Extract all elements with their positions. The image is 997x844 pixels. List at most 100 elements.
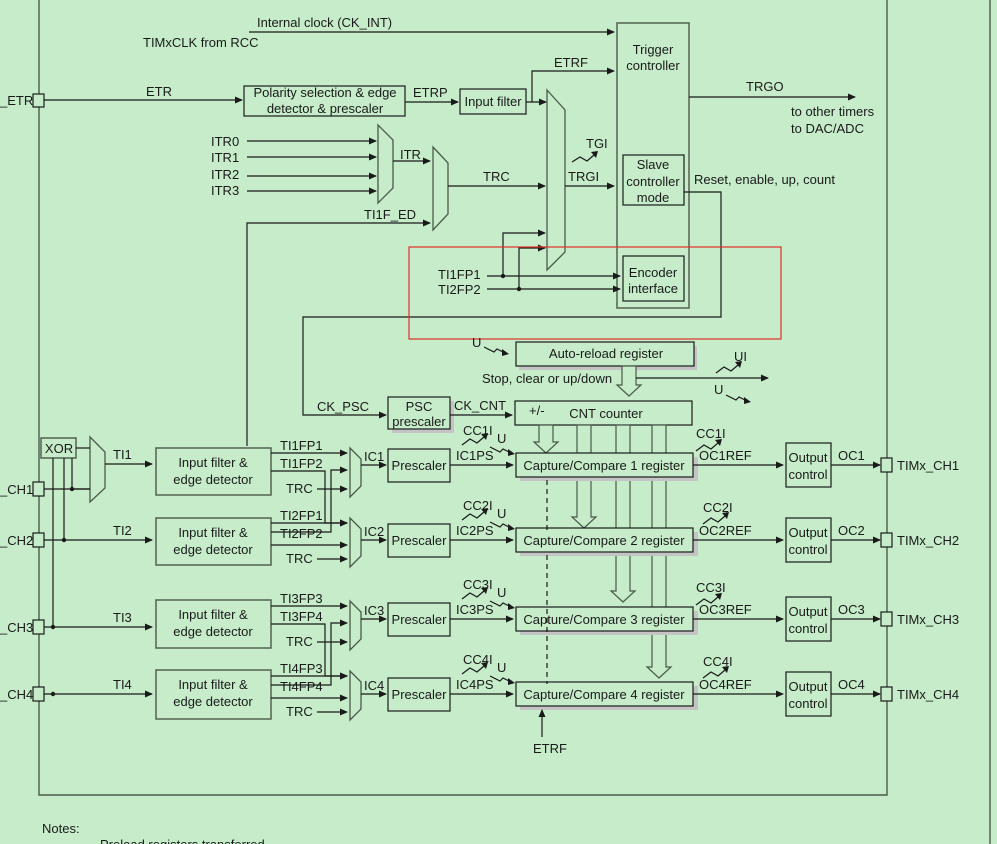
xor-label: XOR <box>45 441 73 456</box>
ch2-u-label: U <box>497 506 506 521</box>
itr3-label: ITR3 <box>211 183 239 198</box>
ch3-filter-label-1: Input filter & <box>178 607 248 622</box>
oc1ref-label: OC1REF <box>699 448 752 463</box>
ch1-output-label-2: control <box>788 467 827 482</box>
update-event-arrowhead <box>508 449 515 456</box>
ic1-label: IC1 <box>364 449 384 464</box>
ch3-output-label-1: Output <box>788 604 827 619</box>
oc4-label: OC4 <box>838 677 865 692</box>
ch2-trc-label: TRC <box>286 551 313 566</box>
ui-label: UI <box>734 349 747 364</box>
tgi-interrupt-icon <box>571 154 595 163</box>
ch2-fp-a-label: TI2FP1 <box>280 508 323 523</box>
cnt-label: CNT counter <box>569 406 643 421</box>
cnt-sign-label: +/- <box>529 403 545 418</box>
ch4-output-label-1: Output <box>788 679 827 694</box>
slave-out-label: Reset, enable, up, count <box>694 172 835 187</box>
itr1-label: ITR1 <box>211 150 239 165</box>
psc-label-2: prescaler <box>392 414 446 429</box>
trc-mux <box>432 145 449 232</box>
itr2-label: ITR2 <box>211 167 239 182</box>
trigger-mux <box>546 88 566 272</box>
junction-dot <box>61 537 67 543</box>
junction-dot <box>50 691 56 697</box>
ti1-label: TI1 <box>113 447 132 462</box>
ch1-filter-label-2: edge detector <box>173 472 253 487</box>
ch4-fp-b-label: TI4FP4 <box>280 679 323 694</box>
oc-cc3i-label: CC3I <box>696 580 726 595</box>
arr-to-cnt-arrow <box>615 365 643 397</box>
psc-label-1: PSC <box>406 399 433 414</box>
update-event-arrowhead <box>508 603 515 610</box>
etr-pin-label: _ETR <box>0 93 33 108</box>
etrf-bottom-label: ETRF <box>533 741 567 756</box>
ck-cnt-label: CK_CNT <box>454 398 506 413</box>
ch3-fp-b-label: TI3FP4 <box>280 609 323 624</box>
ch4-filter-label-2: edge detector <box>173 694 253 709</box>
ch4-prescaler-label: Prescaler <box>392 687 448 702</box>
ch1-fp-b-label: TI1FP2 <box>280 456 323 471</box>
interrupt-icon <box>461 665 485 675</box>
xor-section: XOR <box>40 435 153 627</box>
ic4-label: IC4 <box>364 678 384 693</box>
ch4-output-label-2: control <box>788 696 827 711</box>
notes-title: Notes: <box>42 821 80 836</box>
timx-ch2-label: TIMx_CH2 <box>897 533 959 548</box>
interrupt-icon <box>461 436 485 446</box>
ti2-label: TI2 <box>113 523 132 538</box>
ic3-mux <box>349 599 362 652</box>
encoder-ti1fp1-label: TI1FP1 <box>438 267 481 282</box>
ic2-mux <box>349 516 362 569</box>
ch4-filter-label-1: Input filter & <box>178 677 248 692</box>
ch4-fp-a-label: TI4FP3 <box>280 661 323 676</box>
ccr1-label: Capture/Compare 1 register <box>523 458 685 473</box>
trgi-label: TRGI <box>568 169 599 184</box>
ic2ps-label: IC2PS <box>456 523 494 538</box>
oc1-label: OC1 <box>838 448 865 463</box>
itr-label: ITR <box>400 147 421 162</box>
ic4ps-label: IC4PS <box>456 677 494 692</box>
etrf-label: ETRF <box>554 55 588 70</box>
timx-ch4-label: TIMx_CH4 <box>897 687 959 702</box>
trgo-dest-2: to DAC/ADC <box>791 121 864 136</box>
timxclk-label: TIMxCLK from RCC <box>143 35 259 50</box>
ch2-prescaler-label: Prescaler <box>392 533 448 548</box>
timer-block-diagram: Internal clock (CK_INT) TIMxCLK from RCC… <box>0 0 991 844</box>
update-event-arrowhead <box>508 524 515 531</box>
timx-ch1-pin <box>880 457 893 473</box>
bus-arrow-ccr1 <box>532 424 560 454</box>
oc3ref-label: OC3REF <box>699 602 752 617</box>
ccr2-label: Capture/Compare 2 register <box>523 533 685 548</box>
cc1i-label: CC1I <box>463 423 493 438</box>
update-u-label: U <box>714 382 723 397</box>
ck-psc-label: CK_PSC <box>317 399 369 414</box>
ic2-label: IC2 <box>364 524 384 539</box>
timx-ch2-pin <box>880 532 893 548</box>
update-event-arrowhead <box>508 678 515 685</box>
ch1-u-label: U <box>497 431 506 446</box>
timx-ch3-pin <box>880 611 893 627</box>
ch3-filter-label-2: edge detector <box>173 624 253 639</box>
ch1-output-label-1: Output <box>788 450 827 465</box>
ch1-pin-label: _CH1 <box>0 482 33 497</box>
interrupt-icon <box>461 590 485 600</box>
tgi-label: TGI <box>586 136 608 151</box>
etr-section: _ETR ETR Polarity selection & edge detec… <box>0 55 615 117</box>
arr-label: Auto-reload register <box>549 346 664 361</box>
ch3-u-label: U <box>497 585 506 600</box>
ccr3-label: Capture/Compare 3 register <box>523 612 685 627</box>
ch4-u-label: U <box>497 660 506 675</box>
timx-ch1-label: TIMx_CH1 <box>897 458 959 473</box>
polarity-label-2: detector & prescaler <box>267 101 384 116</box>
ch3-output-label-2: control <box>788 621 827 636</box>
ic3ps-label: IC3PS <box>456 602 494 617</box>
itr0-label: ITR0 <box>211 134 239 149</box>
cc4i-label: CC4I <box>463 652 493 667</box>
timx-ch3-label: TIMx_CH3 <box>897 612 959 627</box>
slave-label-3: mode <box>637 190 670 205</box>
trigger-controller-label-2: controller <box>626 58 680 73</box>
channels: _CH1 TI1 Input filter & edge detector TI1FP1… <box>0 423 959 722</box>
encoder-ti2fp2-label: TI2FP2 <box>438 282 481 297</box>
ic1ps-label: IC1PS <box>456 448 494 463</box>
ch2-fp-b-label: TI2FP2 <box>280 526 323 541</box>
